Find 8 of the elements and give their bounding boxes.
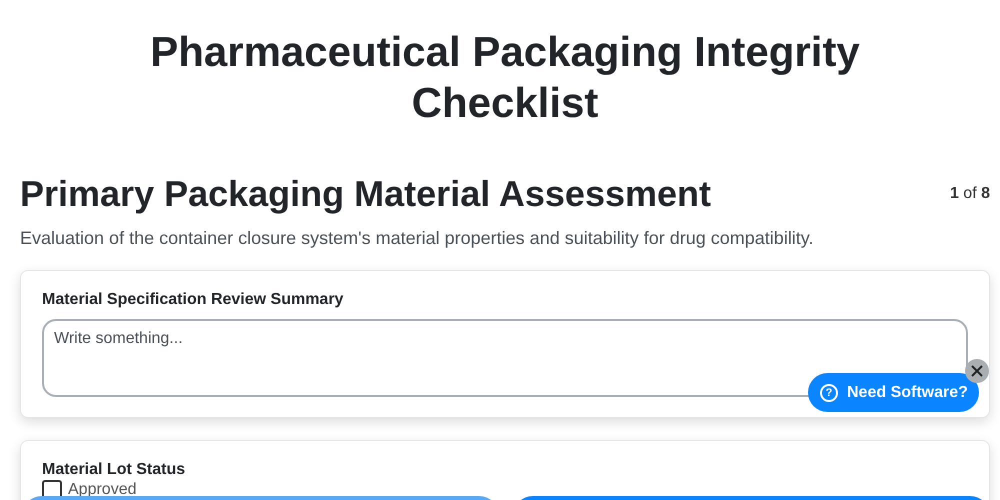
question-label: Material Specification Review Summary	[42, 291, 344, 309]
page-title: Pharmaceutical Packaging Integrity Checklist	[149, 27, 861, 128]
section-heading: Primary Packaging Material Assessment	[20, 172, 711, 216]
page-counter: 1 of 8	[950, 185, 990, 203]
section-description: Evaluation of the container closure system's material properties and suitability for drug compatibility.	[20, 228, 814, 249]
help-button[interactable]: ? Need Software?	[808, 373, 979, 412]
question-label: Material Lot Status	[42, 461, 186, 479]
option-label: Approved	[68, 481, 136, 499]
